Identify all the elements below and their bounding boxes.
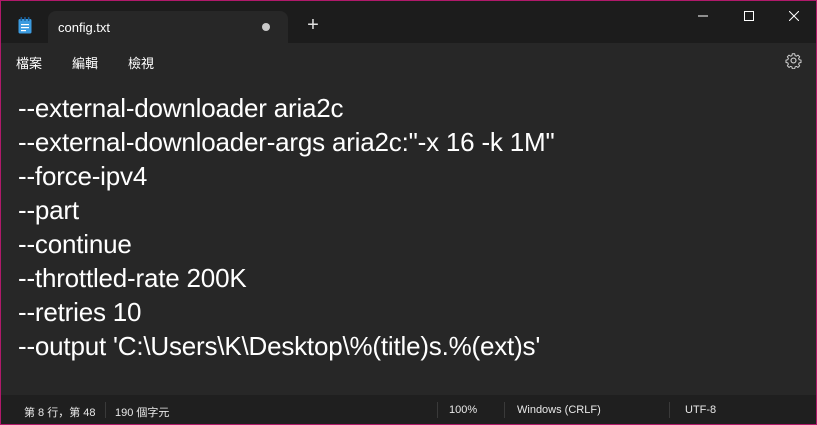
title-bar: config.txt + bbox=[1, 1, 816, 43]
editor-line: --external-downloader-args aria2c:"-x 16… bbox=[18, 127, 555, 157]
menu-bar: 檔案 編輯 檢視 bbox=[1, 43, 816, 77]
gear-icon[interactable] bbox=[785, 52, 802, 69]
editor-line: --external-downloader aria2c bbox=[18, 93, 344, 123]
status-divider bbox=[105, 402, 106, 418]
tab-config-txt[interactable]: config.txt bbox=[48, 11, 288, 43]
new-tab-button[interactable]: + bbox=[303, 15, 323, 35]
editor-line: --throttled-rate 200K bbox=[18, 263, 247, 293]
cursor-position[interactable]: 第 8 行，第 48 bbox=[24, 404, 99, 420]
minimize-button[interactable] bbox=[680, 1, 726, 31]
unsaved-dot-icon[interactable] bbox=[262, 23, 270, 31]
close-icon bbox=[789, 11, 799, 21]
tab-title: config.txt bbox=[58, 20, 111, 35]
status-bar: 第 8 行，第 48 190 個字元 100% Windows (CRLF) U… bbox=[1, 395, 816, 424]
editor-line: --output 'C:\Users\K\Desktop\%(title)s.%… bbox=[18, 331, 541, 361]
editor-line: --force-ipv4 bbox=[18, 161, 148, 191]
menu-view[interactable]: 檢視 bbox=[128, 53, 154, 72]
close-button[interactable] bbox=[771, 1, 817, 31]
status-divider bbox=[504, 402, 505, 418]
encoding[interactable]: UTF-8 bbox=[685, 404, 716, 416]
menu-file[interactable]: 檔案 bbox=[16, 53, 42, 72]
text-editor[interactable]: --external-downloader aria2c --external-… bbox=[1, 77, 816, 395]
editor-line: --continue bbox=[18, 229, 132, 259]
maximize-button[interactable] bbox=[726, 1, 772, 31]
editor-line: --retries 10 bbox=[18, 297, 142, 327]
menu-edit[interactable]: 編輯 bbox=[72, 53, 98, 72]
status-divider bbox=[437, 402, 438, 418]
line-ending[interactable]: Windows (CRLF) bbox=[517, 404, 601, 416]
editor-line: --part bbox=[18, 195, 79, 225]
maximize-icon bbox=[744, 11, 754, 21]
minimize-icon bbox=[698, 15, 708, 17]
zoom-level[interactable]: 100% bbox=[449, 404, 477, 416]
char-count: 190 個字元 bbox=[115, 407, 170, 419]
notepad-window: config.txt + 檔案 編輯 檢視 --external-downloa… bbox=[0, 0, 817, 425]
status-divider bbox=[669, 402, 670, 418]
notepad-icon bbox=[18, 17, 32, 34]
